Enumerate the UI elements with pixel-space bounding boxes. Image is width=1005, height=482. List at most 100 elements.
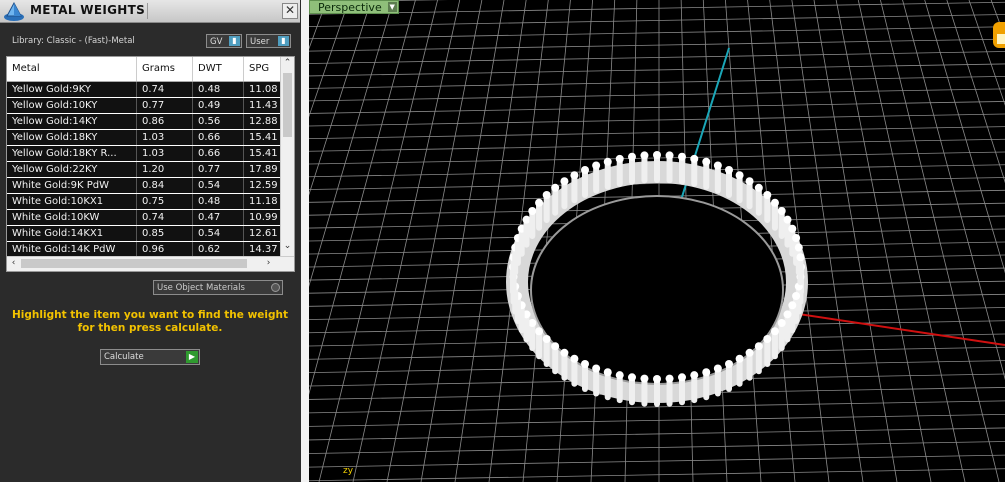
grid-line [946,0,1005,184]
prong-tip [615,371,624,380]
column-header-metal[interactable]: Metal [7,57,137,81]
metal-weights-table[interactable]: Metal Grams DWT SPG Yellow Gold:9KY 0.74 0… [6,56,295,272]
cell-grams: 0.75 [137,194,193,209]
prong-tip [653,151,661,159]
table-row[interactable]: White Gold:14K PdW 0.96 0.62 14.37 [7,242,284,257]
gv-dropdown-value: GV [210,37,223,47]
grid-line [309,126,1005,140]
calculate-button[interactable]: Calculate ▶ [100,349,200,365]
table-row[interactable]: White Gold:9K PdW 0.84 0.54 12.59 [7,178,284,193]
prong-tip [690,154,699,163]
user-dropdown[interactable]: User ▮ [246,34,291,48]
cell-dwt: 0.54 [193,226,244,241]
prong-tip [581,359,589,368]
grid-line [990,0,1005,39]
ring-model[interactable] [506,151,808,407]
prong-tip [522,215,531,224]
horizontal-scrollbar[interactable]: ‹ › [7,256,294,271]
table-row[interactable]: Yellow Gold:10KY 0.77 0.49 11.43 [7,98,284,113]
table-row[interactable]: Yellow Gold:14KY 0.86 0.56 12.88 [7,114,284,129]
grid-line [309,51,1005,64]
scroll-down-icon[interactable]: ⌄ [281,241,294,251]
prong-tip [783,310,792,319]
dropdown-arrow-icon: ▮ [278,36,289,46]
prong-tip [690,371,699,380]
prong-tip [702,368,711,377]
column-header-grams[interactable]: Grams [137,57,193,81]
pyramid-logo-icon [4,1,24,21]
axis-indicator: zy [343,466,354,476]
grid-line [309,88,1005,102]
cell-dwt: 0.77 [193,162,244,177]
titlebar-divider [147,3,148,19]
instructions-line-1: Highlight the item you want to find the … [12,309,288,321]
prong-tip [535,198,544,207]
prong-tip [560,348,569,357]
prong-tip [713,364,722,373]
cell-dwt: 0.56 [193,114,244,129]
grid-line [309,454,1005,468]
dropdown-arrow-icon: ▮ [229,36,240,46]
prong-tip [735,171,744,180]
grid-line [309,427,1005,441]
prong-tip [725,166,733,175]
prong-tip [702,157,711,166]
table-row[interactable]: Yellow Gold:18KY R... 1.03 0.66 15.41 [7,146,284,161]
prong-tip [794,243,803,252]
prong-tip [570,171,579,180]
cell-metal: White Gold:10KX1 [7,194,137,209]
grid-line [309,468,1005,482]
close-icon[interactable]: ✕ [282,3,298,19]
prong-tip [542,334,551,343]
prong-tip [551,342,560,351]
vertical-scrollbar[interactable]: ⌃ ⌄ [280,57,294,256]
cell-metal: White Gold:9K PdW [7,178,137,193]
table-row[interactable]: White Gold:10KW 0.74 0.47 10.99 [7,210,284,225]
grid-line [309,38,1005,52]
table-header: Metal Grams DWT SPG [7,57,281,82]
scroll-left-icon[interactable]: ‹ [7,258,20,268]
prong-tip [615,154,624,163]
prong-tip [788,224,797,233]
cell-spg: 11.08 [244,82,284,97]
table-row[interactable]: Yellow Gold:9KY 0.74 0.48 11.08 [7,82,284,97]
cell-spg: 12.88 [244,114,284,129]
radio-icon[interactable] [271,283,280,292]
gv-dropdown[interactable]: GV ▮ [206,34,242,48]
instructions-text: Highlight the item you want to find the … [10,309,290,335]
cell-grams: 0.96 [137,242,193,257]
grid-line [924,0,1005,274]
grid-line [309,14,1005,27]
cell-dwt: 0.66 [193,146,244,161]
panel-splitter[interactable] [301,0,309,482]
cell-grams: 0.74 [137,82,193,97]
cell-dwt: 0.66 [193,130,244,145]
prong-tip [754,183,763,192]
prong-tip [627,373,636,382]
column-header-spg[interactable]: SPG [244,57,284,81]
table-row[interactable]: Yellow Gold:22KY 1.20 0.77 17.89 [7,162,284,177]
horizontal-scroll-thumb[interactable] [21,259,247,268]
prong-tip [560,177,569,186]
column-header-dwt[interactable]: DWT [193,57,244,81]
table-row[interactable]: Yellow Gold:18KY 1.03 0.66 15.41 [7,130,284,145]
cell-grams: 0.77 [137,98,193,113]
cell-grams: 0.86 [137,114,193,129]
scroll-up-icon[interactable]: ⌃ [281,58,294,68]
grid-line [309,26,1005,40]
cell-spg: 11.43 [244,98,284,113]
cell-grams: 1.20 [137,162,193,177]
perspective-viewport[interactable]: Perspective ▼ zy [309,0,1005,482]
table-row[interactable]: White Gold:14KX1 0.85 0.54 12.61 [7,226,284,241]
use-object-materials-label: Use Object Materials [157,283,245,293]
cell-grams: 0.85 [137,226,193,241]
cell-metal: White Gold:10KW [7,210,137,225]
grid-line [309,441,1005,454]
use-object-materials-toggle[interactable]: Use Object Materials [153,280,283,295]
scroll-right-icon[interactable]: › [262,258,275,268]
vertical-scroll-thumb[interactable] [283,73,292,137]
viewport-menu[interactable]: Perspective ▼ [309,0,399,14]
cell-dwt: 0.62 [193,242,244,257]
grid-line [309,413,1005,427]
table-row[interactable]: White Gold:10KX1 0.75 0.48 11.18 [7,194,284,209]
